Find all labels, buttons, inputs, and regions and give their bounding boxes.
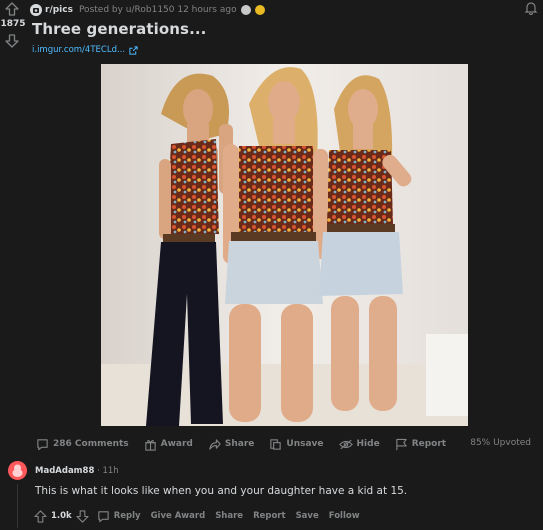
comments-button[interactable]: 286 Comments xyxy=(36,438,129,451)
subreddit-avatar-icon[interactable] xyxy=(30,4,42,16)
post-vote-column: 1875 xyxy=(0,0,26,60)
award-button[interactable]: Award xyxy=(144,438,193,451)
post-action-bar: 286 Comments Award Share Unsave Hide Rep… xyxy=(36,436,461,452)
comment-follow-button[interactable]: Follow xyxy=(329,511,360,521)
share-button[interactable]: Share xyxy=(208,438,255,451)
reply-icon xyxy=(98,510,109,522)
comment-downvote-icon[interactable] xyxy=(76,509,89,523)
comment-thread-line[interactable] xyxy=(17,484,18,528)
comment-give-award-button[interactable]: Give Award xyxy=(151,511,206,521)
comment-action-bar: 1.0k Reply Give Award Share Report Save … xyxy=(34,508,370,524)
reply-label: Reply xyxy=(113,511,141,521)
comment-author[interactable]: MadAdam88 xyxy=(35,466,94,476)
unsave-bookmark-icon xyxy=(270,438,282,450)
hide-eye-icon xyxy=(338,439,353,449)
hide-label: Hide xyxy=(356,439,380,449)
comment-score: 1.0k xyxy=(51,511,72,521)
comments-label: 286 Comments xyxy=(53,439,129,449)
award-label: Award xyxy=(160,439,193,449)
post-meta-row: r/pics Posted by u/Rob1150 12 hours ago xyxy=(30,3,265,17)
award-gold-icon xyxy=(254,5,265,15)
posted-by-text: Posted by u/Rob1150 12 hours ago xyxy=(78,5,237,15)
post-title[interactable]: Three generations... xyxy=(32,20,206,38)
gift-icon xyxy=(144,439,156,451)
comment-body: This is what it looks like when you and … xyxy=(35,485,408,497)
hide-button[interactable]: Hide xyxy=(338,438,380,451)
upvote-ratio: 85% Upvoted xyxy=(470,438,531,448)
snoo-avatar-icon xyxy=(12,464,23,477)
comment-upvote-icon[interactable] xyxy=(34,509,47,523)
report-label: Report xyxy=(411,439,447,449)
comment-report-button[interactable]: Report xyxy=(253,511,286,521)
unsave-button[interactable]: Unsave xyxy=(269,438,324,451)
downvote-icon[interactable] xyxy=(5,34,19,48)
comment-time: · 11h xyxy=(97,466,119,476)
comment-save-button[interactable]: Save xyxy=(296,511,319,521)
post-score: 1875 xyxy=(0,19,26,29)
post-image[interactable] xyxy=(101,64,468,426)
share-label: Share xyxy=(224,439,255,449)
share-icon xyxy=(209,438,221,450)
subreddit-link[interactable]: r/pics xyxy=(45,5,73,15)
comment-reply-button[interactable]: Reply xyxy=(97,510,141,523)
post-external-link[interactable]: i.imgur.com/4TECLd... xyxy=(32,45,138,55)
notification-bell-icon[interactable] xyxy=(524,1,538,15)
flag-icon xyxy=(395,438,407,450)
post-photo xyxy=(101,64,468,426)
external-link-icon xyxy=(129,45,138,55)
commenter-avatar[interactable] xyxy=(8,461,27,480)
report-button[interactable]: Report xyxy=(395,438,446,451)
unsave-label: Unsave xyxy=(286,439,324,449)
comment-icon xyxy=(37,438,48,450)
comment-share-button[interactable]: Share xyxy=(215,511,243,521)
external-link-text[interactable]: i.imgur.com/4TECLd... xyxy=(32,45,125,55)
upvote-icon[interactable] xyxy=(5,2,19,16)
comment-header: MadAdam88 · 11h xyxy=(35,466,119,476)
award-silver-icon xyxy=(240,5,251,15)
